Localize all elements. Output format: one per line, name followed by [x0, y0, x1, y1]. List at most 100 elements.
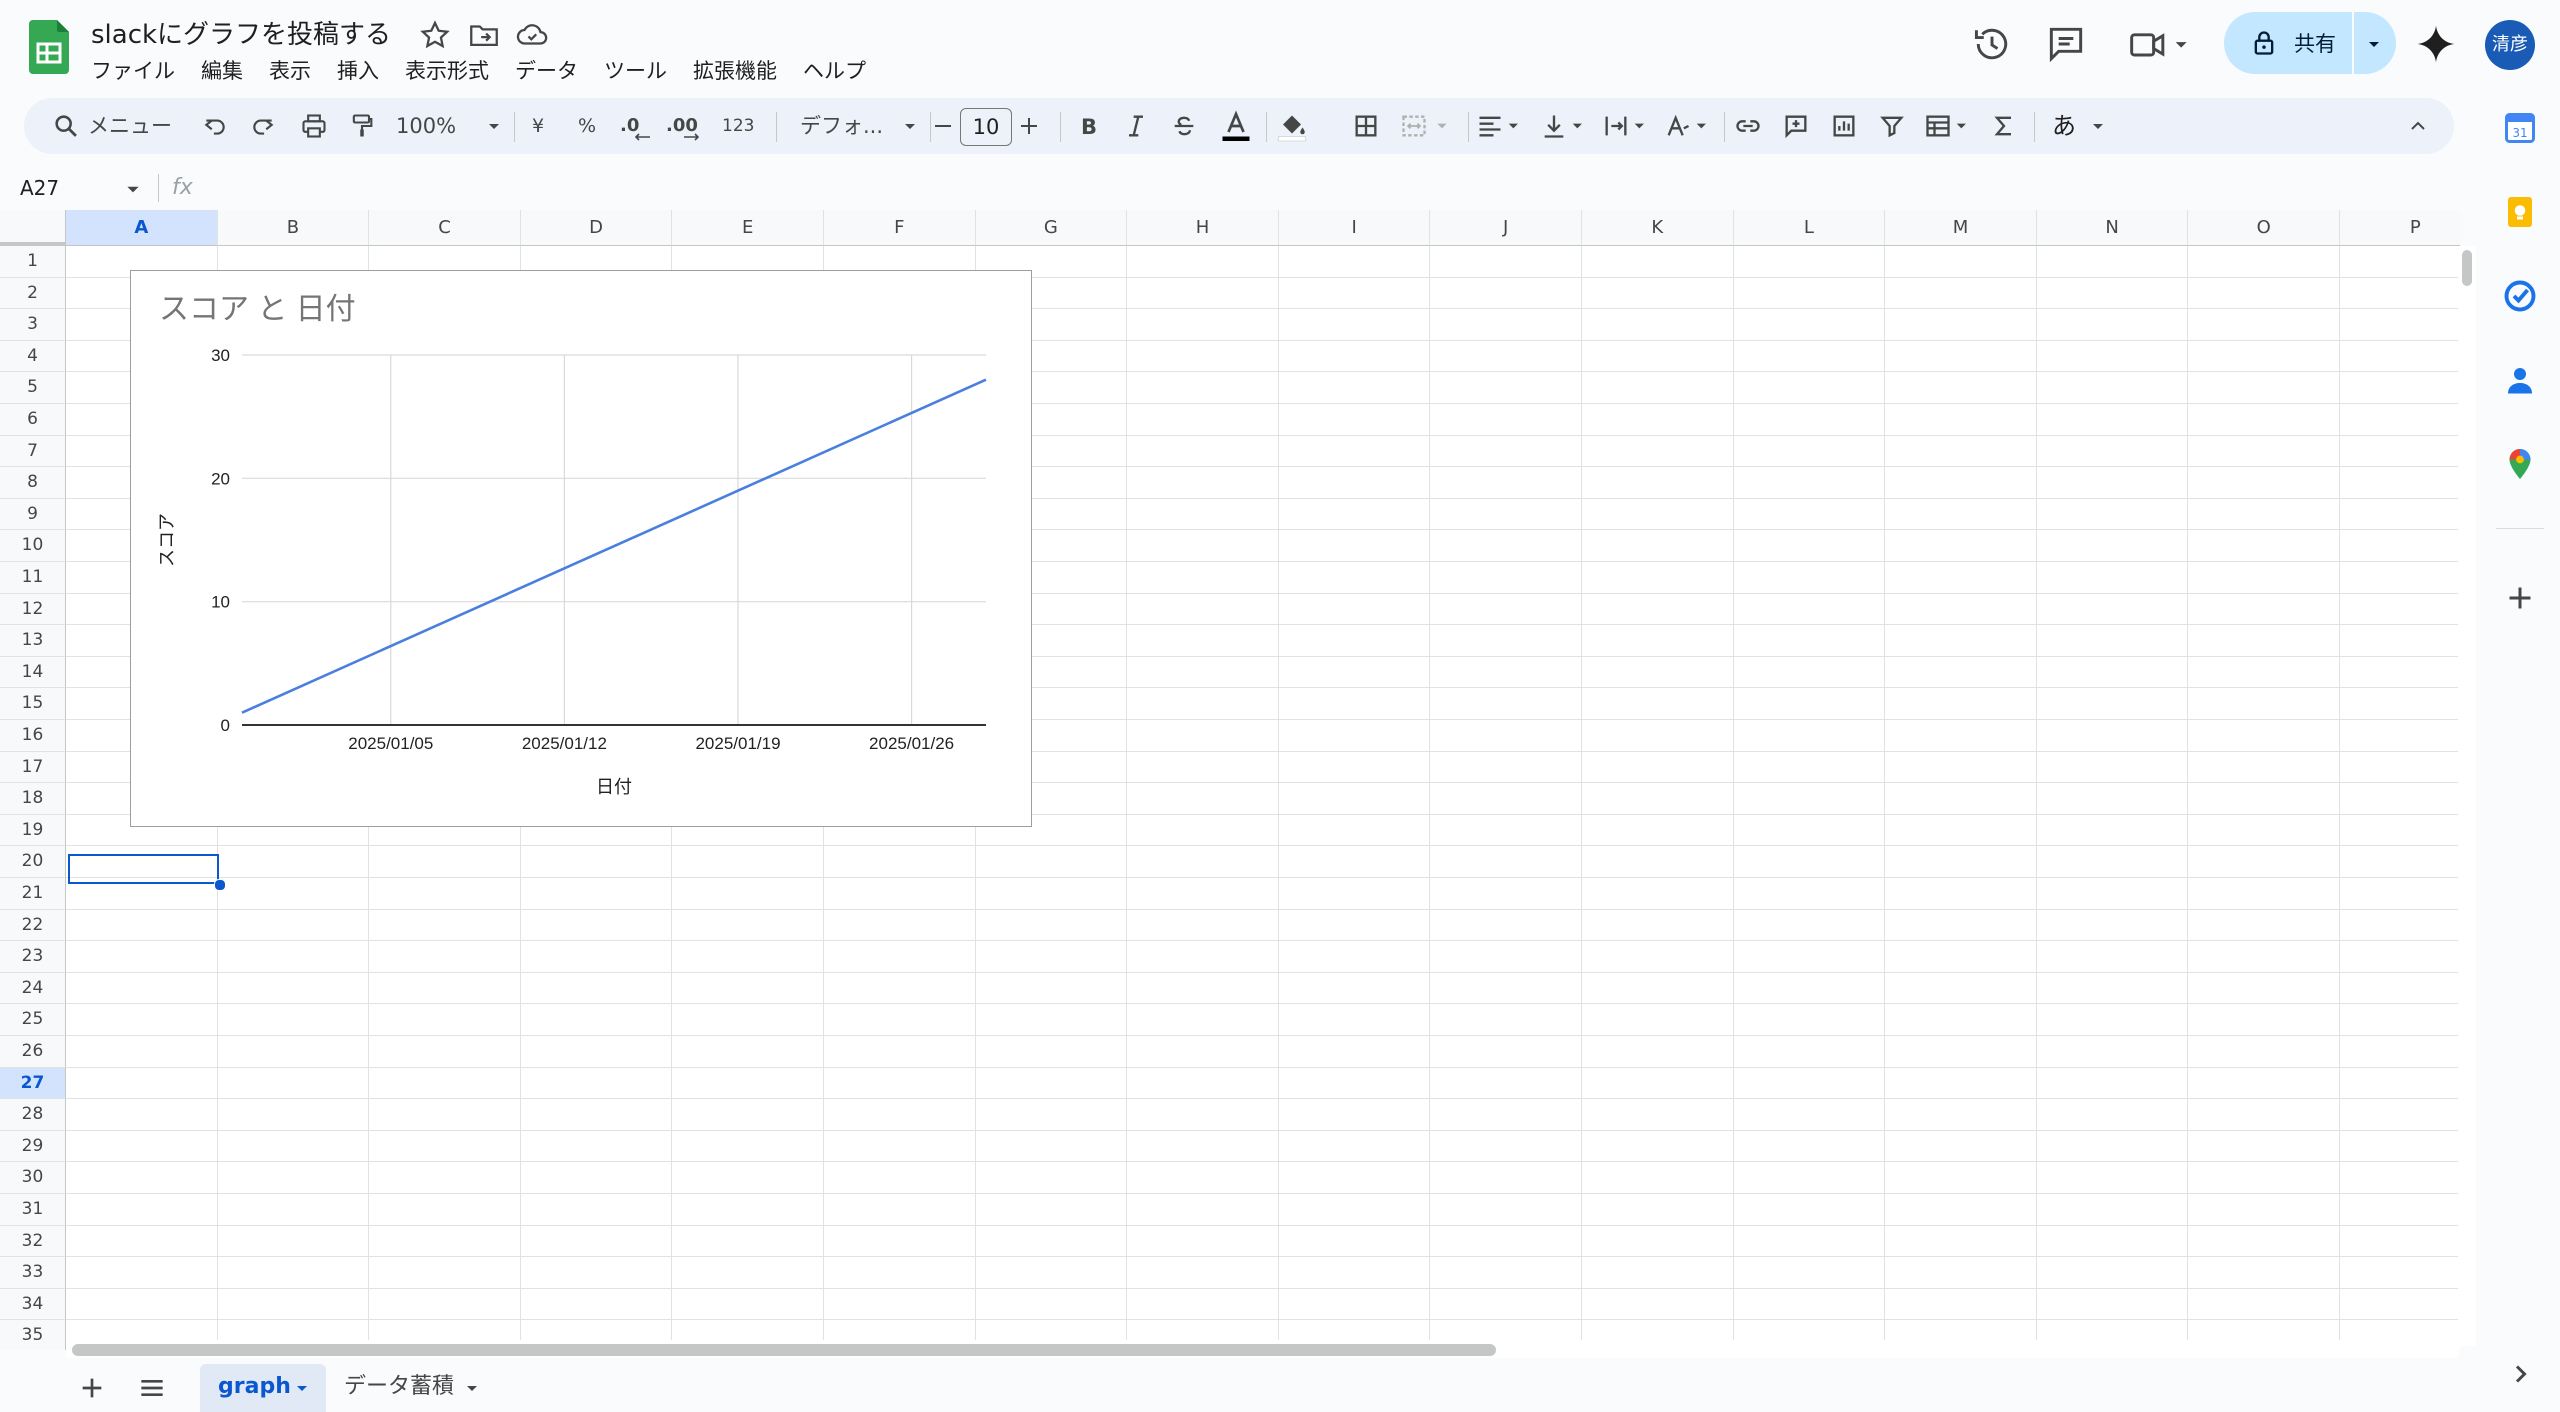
- column-header-c[interactable]: C: [369, 210, 521, 246]
- add-addon-icon[interactable]: [2502, 580, 2538, 616]
- increase-decimal-button[interactable]: .00: [662, 98, 712, 154]
- sheet-tab-data[interactable]: データ蓄積: [334, 1364, 494, 1412]
- text-rotation-icon[interactable]: [1664, 98, 1720, 154]
- meet-video-icon[interactable]: [2126, 22, 2196, 66]
- row-header-4[interactable]: 4: [0, 340, 66, 373]
- move-folder-icon[interactable]: [467, 18, 501, 52]
- row-header-26[interactable]: 26: [0, 1036, 66, 1068]
- horizontal-scrollbar[interactable]: [66, 1340, 2458, 1358]
- select-all-corner[interactable]: [0, 210, 66, 246]
- horizontal-align-icon[interactable]: [1476, 98, 1532, 154]
- text-color-icon[interactable]: [1218, 98, 1258, 154]
- insert-link-icon[interactable]: [1734, 98, 1770, 154]
- row-header-9[interactable]: 9: [0, 498, 66, 531]
- column-header-m[interactable]: M: [1885, 210, 2037, 246]
- row-header-2[interactable]: 2: [0, 277, 66, 310]
- horizontal-scroll-thumb[interactable]: [72, 1344, 1496, 1356]
- avatar[interactable]: 清彦: [2485, 20, 2535, 70]
- currency-format-button[interactable]: ¥: [524, 98, 564, 154]
- filter-icon[interactable]: [1878, 98, 1914, 154]
- column-header-l[interactable]: L: [1733, 210, 1886, 246]
- row-header-20[interactable]: 20: [0, 846, 66, 878]
- row-header-11[interactable]: 11: [0, 562, 66, 594]
- comments-icon[interactable]: [2044, 22, 2088, 66]
- keep-notes-icon[interactable]: [2502, 194, 2538, 230]
- row-header-33[interactable]: 33: [0, 1257, 66, 1289]
- row-header-34[interactable]: 34: [0, 1288, 66, 1321]
- column-header-o[interactable]: O: [2188, 210, 2340, 246]
- row-header-16[interactable]: 16: [0, 720, 66, 752]
- row-header-12[interactable]: 12: [0, 593, 66, 626]
- chart[interactable]: スコア と 日付 0 10 20 30 2025/01/05 2025/01/12 2025/…: [130, 270, 1032, 827]
- row-header-14[interactable]: 14: [0, 656, 66, 689]
- row-header-25[interactable]: 25: [0, 1004, 66, 1036]
- row-header-15[interactable]: 15: [0, 688, 66, 720]
- functions-icon[interactable]: [1990, 98, 2026, 154]
- more-formats-button[interactable]: 123: [718, 98, 764, 154]
- row-header-24[interactable]: 24: [0, 972, 66, 1005]
- share-dropdown-button[interactable]: [2354, 12, 2396, 74]
- vertical-scrollbar[interactable]: [2458, 246, 2476, 1346]
- insert-comment-icon[interactable]: [1782, 98, 1818, 154]
- fill-color-icon[interactable]: [1274, 98, 1314, 154]
- row-header-7[interactable]: 7: [0, 435, 66, 468]
- redo-icon[interactable]: [250, 98, 286, 154]
- add-sheet-icon[interactable]: [76, 1372, 108, 1404]
- column-header-j[interactable]: J: [1430, 210, 1582, 246]
- menu-help[interactable]: ヘルプ: [790, 54, 879, 88]
- row-header-30[interactable]: 30: [0, 1162, 66, 1194]
- column-header-e[interactable]: E: [672, 210, 824, 246]
- print-icon[interactable]: [300, 98, 336, 154]
- menu-format[interactable]: 表示形式: [392, 54, 502, 88]
- paint-format-icon[interactable]: [348, 98, 384, 154]
- row-header-17[interactable]: 17: [0, 751, 66, 784]
- menu-file[interactable]: ファイル: [78, 54, 188, 88]
- menu-search-box[interactable]: メニュー: [46, 98, 206, 154]
- collapse-toolbar-icon[interactable]: [2406, 98, 2442, 154]
- column-header-g[interactable]: G: [975, 210, 1128, 246]
- column-header-b[interactable]: B: [217, 210, 370, 246]
- column-header-i[interactable]: I: [1278, 210, 1431, 246]
- column-header-k[interactable]: K: [1582, 210, 1734, 246]
- version-history-icon[interactable]: [1970, 22, 2014, 66]
- gemini-sparkle-icon[interactable]: [2414, 22, 2458, 66]
- menu-tools[interactable]: ツール: [591, 54, 680, 88]
- column-header-h[interactable]: H: [1127, 210, 1279, 246]
- column-header-n[interactable]: N: [2036, 210, 2189, 246]
- cloud-saved-icon[interactable]: [515, 18, 549, 52]
- percent-format-button[interactable]: %: [570, 98, 610, 154]
- font-size-increase-button[interactable]: [1014, 98, 1044, 154]
- row-header-22[interactable]: 22: [0, 909, 66, 942]
- row-header-21[interactable]: 21: [0, 878, 66, 910]
- row-header-28[interactable]: 28: [0, 1099, 66, 1131]
- text-wrap-icon[interactable]: [1602, 98, 1658, 154]
- formula-input[interactable]: [212, 166, 2452, 210]
- column-header-a[interactable]: A: [66, 210, 218, 246]
- row-header-6[interactable]: 6: [0, 404, 66, 436]
- column-header-f[interactable]: F: [824, 210, 976, 246]
- document-title[interactable]: slackにグラフを投稿する: [91, 14, 391, 51]
- chevron-down-icon[interactable]: [124, 180, 142, 198]
- row-header-23[interactable]: 23: [0, 941, 66, 973]
- vertical-align-icon[interactable]: [1540, 98, 1596, 154]
- vertical-scroll-thumb[interactable]: [2462, 250, 2472, 286]
- row-header-35[interactable]: 35: [0, 1320, 66, 1350]
- row-header-31[interactable]: 31: [0, 1194, 66, 1226]
- row-header-5[interactable]: 5: [0, 372, 66, 404]
- font-family-select[interactable]: デフォ...: [776, 98, 926, 154]
- undo-icon[interactable]: [202, 98, 238, 154]
- table-view-icon[interactable]: [1924, 98, 1980, 154]
- column-header-d[interactable]: D: [520, 210, 673, 246]
- bold-icon[interactable]: B: [1074, 98, 1110, 154]
- calendar-icon[interactable]: 31: [2502, 110, 2538, 146]
- italic-icon[interactable]: [1122, 98, 1158, 154]
- merge-cells-icon[interactable]: [1400, 98, 1460, 154]
- row-header-32[interactable]: 32: [0, 1225, 66, 1258]
- strikethrough-icon[interactable]: [1170, 98, 1206, 154]
- input-tools-button[interactable]: あ: [2048, 98, 2114, 154]
- column-header-p[interactable]: P: [2340, 210, 2460, 246]
- menu-extensions[interactable]: 拡張機能: [680, 54, 790, 88]
- star-icon[interactable]: [418, 18, 452, 52]
- row-header-3[interactable]: 3: [0, 309, 66, 341]
- sheet-tab-graph[interactable]: graph: [200, 1364, 326, 1412]
